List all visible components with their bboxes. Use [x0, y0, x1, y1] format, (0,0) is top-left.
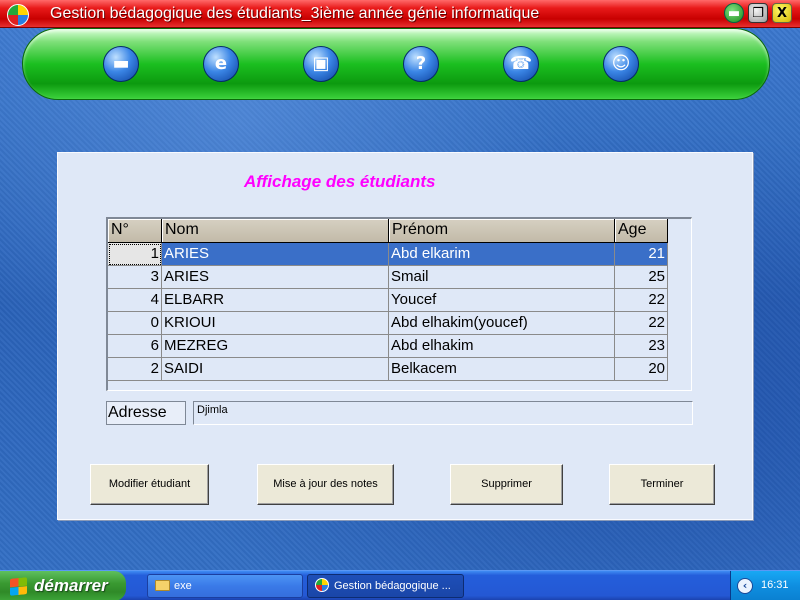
system-tray: ‹ 16:31 — [730, 571, 800, 600]
column-header-num[interactable]: N° — [108, 219, 162, 243]
computer-icon[interactable]: ▣ — [303, 46, 339, 82]
column-header-age[interactable]: Age — [615, 219, 668, 243]
title-bar: Gestion bédagogique des étudiants_3ième … — [0, 0, 800, 28]
start-button[interactable]: démarrer — [0, 571, 126, 600]
table-row[interactable]: 4 ELBARR Youcef 22 — [108, 289, 668, 312]
taskbar-item-app[interactable]: Gestion bédagogique ... — [307, 574, 464, 598]
taskbar-item-exe[interactable]: exe — [147, 574, 303, 598]
table-row[interactable]: 3 ARIES Smail 25 — [108, 266, 668, 289]
delete-button[interactable]: Supprimer — [450, 464, 563, 505]
maximize-button[interactable]: ❐ — [748, 3, 768, 23]
help-icon[interactable]: ? — [403, 46, 439, 82]
modify-student-button[interactable]: Modifier étudiant — [90, 464, 209, 505]
students-panel: Affichage des étudiants N° Nom Prénom Ag… — [57, 152, 753, 520]
column-header-prenom[interactable]: Prénom — [389, 219, 615, 243]
table-row[interactable]: 1 ARIES Abd elkarim 21 — [108, 243, 668, 266]
start-label: démarrer — [34, 576, 108, 595]
cell-nom[interactable]: KRIOUI — [162, 312, 389, 335]
cell-nom[interactable]: SAIDI — [162, 358, 389, 381]
cell-age[interactable]: 21 — [615, 243, 668, 266]
close-button[interactable]: X — [772, 3, 792, 23]
students-grid[interactable]: N° Nom Prénom Age 1 ARIES Abd elkarim 21… — [106, 217, 692, 391]
cell-nom[interactable]: ELBARR — [162, 289, 389, 312]
cell-num[interactable]: 4 — [108, 289, 162, 312]
cell-prenom[interactable]: Belkacem — [389, 358, 615, 381]
taskbar-item-label: exe — [174, 580, 192, 592]
cell-num[interactable]: 0 — [108, 312, 162, 335]
cell-age[interactable]: 22 — [615, 289, 668, 312]
minimize-button[interactable]: ▬ — [724, 3, 744, 23]
grid-header: N° Nom Prénom Age — [108, 219, 668, 243]
users-icon[interactable]: ☺ — [603, 46, 639, 82]
cell-nom[interactable]: ARIES — [162, 243, 389, 266]
update-grades-button[interactable]: Mise à jour des notes — [257, 464, 394, 505]
headset-icon[interactable]: ☎ — [503, 46, 539, 82]
address-label: Adresse — [106, 401, 186, 425]
clock: 16:31 — [761, 579, 789, 591]
cell-age[interactable]: 20 — [615, 358, 668, 381]
cell-num[interactable]: 2 — [108, 358, 162, 381]
table-row[interactable]: 6 MEZREG Abd elhakim 23 — [108, 335, 668, 358]
internet-explorer-icon[interactable]: e — [203, 46, 239, 82]
cell-age[interactable]: 23 — [615, 335, 668, 358]
window-title: Gestion bédagogique des étudiants_3ième … — [50, 5, 540, 22]
cell-prenom[interactable]: Abd elkarim — [389, 243, 615, 266]
table-row[interactable]: 2 SAIDI Belkacem 20 — [108, 358, 668, 381]
cell-prenom[interactable]: Youcef — [389, 289, 615, 312]
taskbar-item-label: Gestion bédagogique ... — [334, 580, 451, 592]
cell-prenom[interactable]: Smail — [389, 266, 615, 289]
finish-button[interactable]: Terminer — [609, 464, 715, 505]
cell-num[interactable]: 3 — [108, 266, 162, 289]
folder-icon — [155, 580, 170, 591]
table-row[interactable]: 0 KRIOUI Abd elhakim(youcef) 22 — [108, 312, 668, 335]
cell-age[interactable]: 22 — [615, 312, 668, 335]
cell-num[interactable]: 1 — [108, 243, 162, 266]
cell-prenom[interactable]: Abd elhakim — [389, 335, 615, 358]
disk-icon[interactable]: ▬ — [103, 46, 139, 82]
cell-num[interactable]: 6 — [108, 335, 162, 358]
chevron-left-icon[interactable]: ‹ — [737, 578, 753, 594]
app-icon[interactable] — [7, 4, 29, 26]
app-icon — [315, 578, 329, 592]
cell-prenom[interactable]: Abd elhakim(youcef) — [389, 312, 615, 335]
toolbar: ▬ e ▣ ? ☎ ☺ — [22, 28, 770, 100]
cell-nom[interactable]: MEZREG — [162, 335, 389, 358]
cell-age[interactable]: 25 — [615, 266, 668, 289]
cell-nom[interactable]: ARIES — [162, 266, 389, 289]
column-header-nom[interactable]: Nom — [162, 219, 389, 243]
address-field[interactable]: Djimla — [193, 401, 693, 425]
page-title: Affichage des étudiants — [244, 172, 436, 191]
windows-logo-icon — [10, 577, 27, 596]
taskbar: démarrer exe Gestion bédagogique ... ‹ 1… — [0, 570, 800, 600]
